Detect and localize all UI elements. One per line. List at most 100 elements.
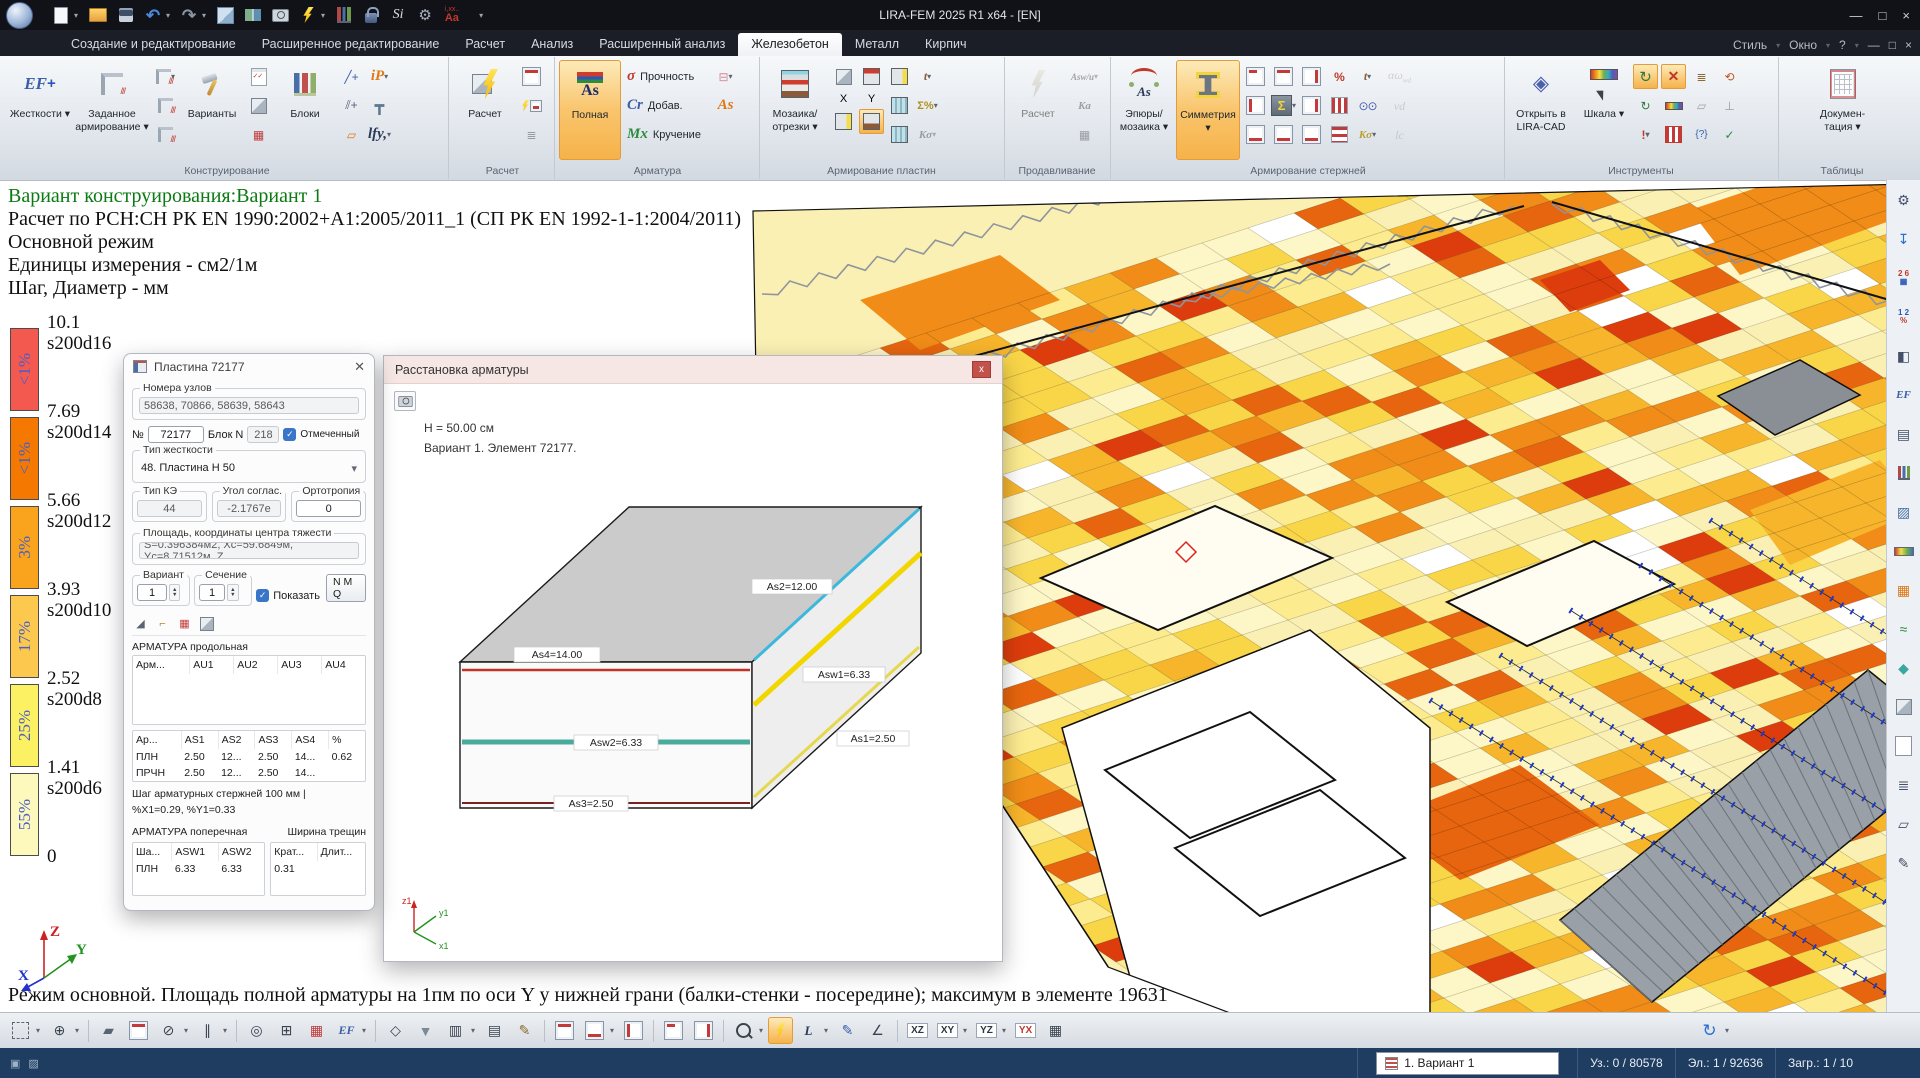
section-spinner[interactable]: ▲▼: [227, 584, 238, 601]
nu-d-button[interactable]: νd: [1387, 93, 1412, 118]
variant-mesh-button[interactable]: ▦: [246, 122, 271, 147]
plate-top-button[interactable]: [659, 1017, 688, 1044]
load-caret[interactable]: ▾: [824, 1026, 832, 1035]
bar-view-4-button[interactable]: [1243, 93, 1268, 118]
yz-caret[interactable]: ▾: [1002, 1026, 1010, 1035]
pen-alert-button[interactable]: !▾: [1633, 122, 1658, 147]
k-sigma-button[interactable]: Kσ▾: [915, 122, 940, 147]
section-planes-button[interactable]: ∥: [193, 1017, 222, 1044]
tab-steel[interactable]: Металл: [842, 33, 912, 56]
chart-area-button[interactable]: ▨: [1892, 500, 1916, 524]
window-menu[interactable]: Окно: [1789, 38, 1817, 52]
paint-brush-button[interactable]: ✎: [510, 1017, 539, 1044]
eraser-button[interactable]: ▱: [1689, 93, 1714, 118]
save-button[interactable]: [118, 5, 134, 25]
stiffness-type-select[interactable]: 48. Пластина Н 50▾: [139, 459, 359, 477]
marquee-caret[interactable]: ▾: [36, 1026, 44, 1035]
block-number-field[interactable]: 218: [247, 426, 279, 443]
filter-funnel-button[interactable]: ▼: [411, 1017, 440, 1044]
marquee-selection-button[interactable]: [6, 1017, 35, 1044]
plate-striped-cube-button[interactable]: [887, 93, 912, 118]
tab-analysis[interactable]: Анализ: [518, 33, 586, 56]
undo-button[interactable]: ↶: [145, 5, 161, 25]
nmq-button[interactable]: N M Q: [326, 574, 366, 602]
scale-button[interactable]: Шкала ▾: [1578, 60, 1630, 160]
armature-table-3-button[interactable]: [619, 1017, 648, 1044]
bar-view-1-button[interactable]: [1243, 64, 1268, 89]
deselect-caret[interactable]: ▾: [184, 1026, 192, 1035]
table-tool-icon[interactable]: ▦: [176, 616, 193, 631]
diagrams-mosaic-button[interactable]: As Эпюры/ мозаика ▾: [1115, 60, 1173, 160]
documents-button[interactable]: ▤: [480, 1017, 509, 1044]
ribbon-close-icon[interactable]: ×: [1905, 38, 1912, 52]
settings-gears-button[interactable]: ⚙: [417, 5, 433, 25]
update-blocks-button[interactable]: ⟲: [1717, 64, 1742, 89]
refresh-small-button[interactable]: ↻: [1633, 93, 1658, 118]
tbeam-button[interactable]: ┳: [367, 93, 392, 118]
plate-striped2-cube-button[interactable]: [887, 122, 912, 147]
hammer-tool-icon[interactable]: ⌐: [154, 616, 171, 631]
lock-protect-button[interactable]: [363, 5, 379, 25]
show-values-26-button[interactable]: 2 6▦: [1892, 266, 1916, 290]
plate-y-cube-button[interactable]: [859, 64, 884, 89]
ef-caret[interactable]: ▾: [362, 1026, 370, 1035]
pencil-edit-button[interactable]: ✎: [1892, 851, 1916, 875]
epure-comb-button[interactable]: [1661, 122, 1686, 147]
pen-tool-button[interactable]: ✎: [833, 1017, 862, 1044]
variant-input[interactable]: 1: [137, 584, 167, 601]
bar-ksigma-button[interactable]: Kσ▾: [1355, 122, 1380, 147]
plate-side-cube-button[interactable]: [887, 64, 912, 89]
chart-columns-button[interactable]: [1892, 461, 1916, 485]
armature-grid-button[interactable]: [124, 1017, 153, 1044]
orthotropy-input[interactable]: 0: [296, 500, 361, 517]
percent-button[interactable]: %: [1327, 64, 1352, 89]
torsion-button[interactable]: MxКручение: [624, 122, 710, 147]
au-table[interactable]: Арм...AU1 AU2AU3 AU4: [132, 655, 366, 725]
punching-table-button[interactable]: ▦: [1072, 122, 1097, 147]
question-grid-button[interactable]: {?}: [1689, 122, 1714, 147]
zoom-caret[interactable]: ▾: [759, 1026, 767, 1035]
clear-results-button[interactable]: ✕: [1661, 64, 1686, 89]
armature-caret[interactable]: ▾: [610, 1026, 618, 1035]
export-down-button[interactable]: ↧: [1892, 227, 1916, 251]
tab-masonry[interactable]: Кирпич: [912, 33, 979, 56]
show-checkbox[interactable]: ✓: [256, 589, 269, 602]
add-bundle-button[interactable]: ⫽+: [339, 93, 364, 118]
orbit-caret[interactable]: ▾: [1725, 1026, 1733, 1035]
ribbon-restore-icon[interactable]: □: [1889, 38, 1896, 52]
documentation-button[interactable]: Докумен- тация ▾: [1808, 60, 1878, 160]
calculate-button[interactable]: Расчет: [454, 60, 516, 160]
mesh-grid-button[interactable]: ▦: [302, 1017, 331, 1044]
bar-view-3-button[interactable]: [1299, 64, 1324, 89]
variant-spinner[interactable]: ▲▼: [169, 584, 180, 601]
additional-button[interactable]: CrДобав.: [624, 93, 710, 118]
plate-orange-button[interactable]: ▱: [339, 122, 364, 147]
dynamic-load-button[interactable]: L: [794, 1017, 823, 1044]
crack-width-button[interactable]: t▾: [1355, 64, 1380, 89]
rebar-tool-2-button[interactable]: [153, 93, 178, 118]
si-units-button[interactable]: Si: [390, 5, 406, 25]
ef-stiffness-button[interactable]: EF: [332, 1017, 361, 1044]
flag-filter-button[interactable]: ▰: [94, 1017, 123, 1044]
orbit-rotate-button[interactable]: ↻: [1695, 1017, 1724, 1044]
result-sheet-button[interactable]: ▤: [1892, 422, 1916, 446]
element-number-input[interactable]: 72177: [148, 426, 204, 443]
lc-button[interactable]: lc: [1387, 122, 1412, 147]
tab-calculation[interactable]: Расчет: [452, 33, 518, 56]
angle-ruler-button[interactable]: ∠: [863, 1017, 892, 1044]
variant-combo[interactable]: 1. Вариант 1: [1376, 1052, 1559, 1075]
variant-cube-button[interactable]: [246, 93, 271, 118]
rebar-tool-3-button[interactable]: [153, 122, 178, 147]
area-centroid-field[interactable]: S=0.396384м2, Xc=59.6849м, Yc=8.71512м, …: [139, 542, 359, 559]
display-quality-button[interactable]: ◧: [1892, 344, 1916, 368]
results-chart-button[interactable]: [336, 5, 352, 25]
variants-button[interactable]: Варианты: [181, 60, 243, 160]
ip-button[interactable]: iP▾: [367, 64, 392, 89]
minimize-icon[interactable]: —: [1850, 8, 1863, 23]
qat-more-button[interactable]: ▾: [479, 11, 483, 20]
open-in-liracad-button[interactable]: ◈ Открыть в LIRA-CAD: [1507, 60, 1575, 160]
snapshot-camera-button[interactable]: [272, 5, 289, 25]
marked-checkbox[interactable]: ✓: [283, 428, 296, 441]
fire-as-button[interactable]: As: [713, 93, 738, 118]
report-book-button[interactable]: [245, 5, 261, 25]
